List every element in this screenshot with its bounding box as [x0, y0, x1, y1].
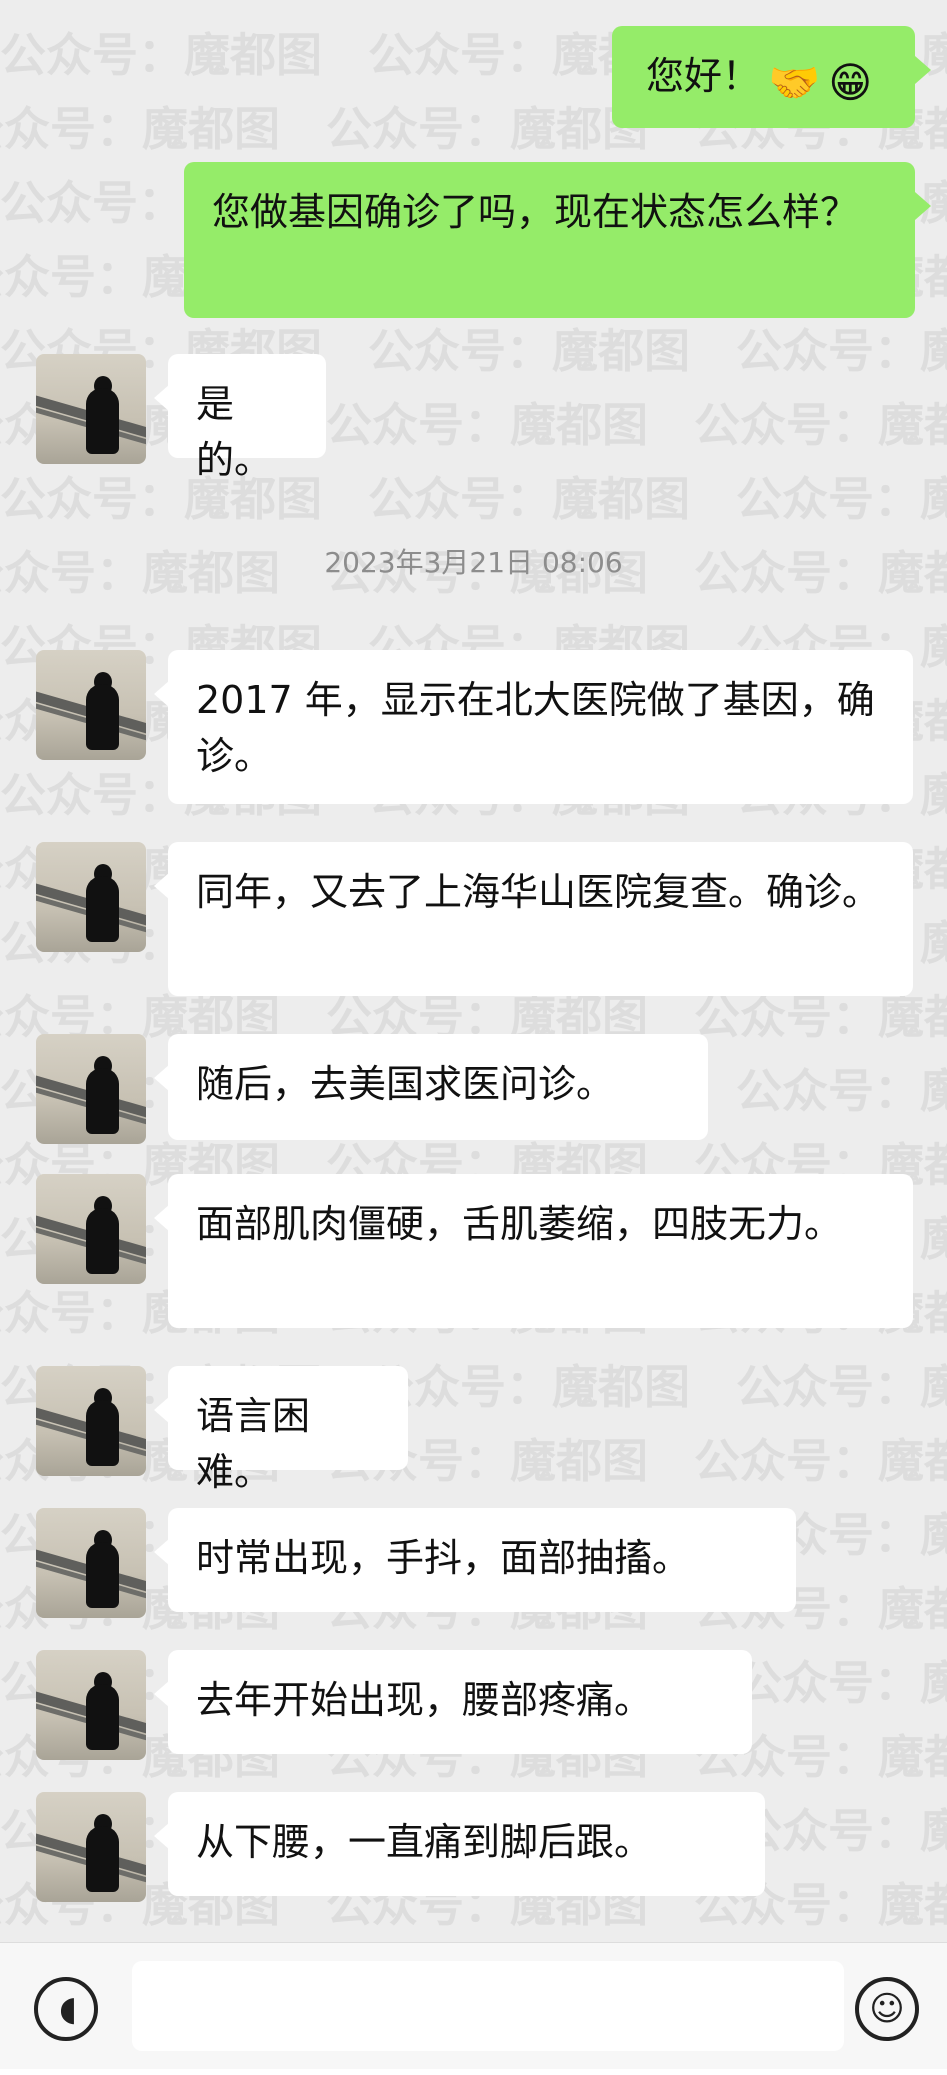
- contact-avatar[interactable]: [36, 1792, 146, 1902]
- incoming-bubble: 面部肌肉僵硬，舌肌萎缩，四肢无力。: [154, 1174, 913, 1328]
- incoming-message: 语言困难。: [36, 1366, 408, 1494]
- voice-symbol-icon: ◖: [59, 1989, 77, 2029]
- incoming-bubble: 时常出现，手抖，面部抽搐。: [154, 1508, 796, 1612]
- message-text: 您做基因确诊了吗，现在状态怎么样？: [212, 190, 859, 234]
- watermark-text: 公众号：魔都图: [736, 1360, 947, 1414]
- avatar-person-body: [86, 1542, 119, 1608]
- avatar-person-body: [86, 684, 119, 750]
- message-text: 去年开始出现，腰部疼痛。: [196, 1678, 653, 1722]
- incoming-message: 2017 年，显示在北大医院做了基因，确诊。: [36, 650, 913, 804]
- watermark-text: 公众号：魔都图: [368, 324, 690, 378]
- voice-icon[interactable]: ◖: [34, 1977, 98, 2041]
- contact-avatar[interactable]: [36, 1366, 146, 1476]
- watermark-text: 公众号：魔都图: [736, 1656, 947, 1710]
- incoming-bubble: 去年开始出现，腰部疼痛。: [154, 1650, 752, 1754]
- contact-avatar[interactable]: [36, 650, 146, 760]
- contact-avatar[interactable]: [36, 354, 146, 464]
- message-text: 您好！: [646, 54, 761, 98]
- handshake-emoji-icon: 🤝: [768, 58, 821, 107]
- watermark-text: 公众号：魔都图: [0, 28, 322, 82]
- watermark-text: 公众号：魔都图: [736, 324, 947, 378]
- watermark-text: 公众号：魔都图: [736, 472, 947, 526]
- avatar-person-body: [86, 1208, 119, 1274]
- message-timestamp: 2023年3月21日 08:06: [324, 546, 623, 579]
- incoming-bubble: 同年，又去了上海华山医院复查。确诊。: [154, 842, 913, 996]
- message-text: 同年，又去了上海华山医院复查。确诊。: [196, 870, 881, 914]
- outgoing-bubble: 您好！ 🤝 😁: [612, 26, 931, 128]
- watermark-text: 公众号：魔都图: [0, 102, 280, 156]
- watermark-row: 公众号：魔都图 公众号：魔都图 公众号：魔都图: [0, 462, 947, 536]
- watermark-text: 公众号：魔都图: [694, 1434, 947, 1488]
- watermark-text: 公众号：魔都图: [0, 472, 322, 526]
- contact-avatar[interactable]: [36, 1650, 146, 1760]
- message-text: 是的。: [196, 382, 273, 482]
- message-text: 时常出现，手抖，面部抽搐。: [196, 1536, 691, 1580]
- chat-input-bar: ◖ ☺: [0, 1942, 947, 2075]
- chat-screen: 公众号：魔都图 公众号：魔都图 公众号：魔都图 公众号：魔都图 公众号：魔都图 …: [0, 0, 947, 2075]
- watermark-text: 公众号：魔都图: [368, 472, 690, 526]
- incoming-message: 是的。: [36, 354, 326, 482]
- watermark-text: 公众号：魔都图: [326, 398, 648, 452]
- incoming-message: 同年，又去了上海华山医院复查。确诊。: [36, 842, 913, 996]
- avatar-person-body: [86, 876, 119, 942]
- avatar-person-body: [86, 1684, 119, 1750]
- incoming-bubble: 语言困难。: [154, 1366, 408, 1494]
- incoming-message: 时常出现，手抖，面部抽搐。: [36, 1508, 796, 1618]
- watermark-text: 公众号：魔都图: [326, 102, 648, 156]
- outgoing-bubble: 您做基因确诊了吗，现在状态怎么样？: [184, 162, 931, 318]
- contact-avatar[interactable]: [36, 1508, 146, 1618]
- message-text: 语言困难。: [196, 1394, 311, 1494]
- bottom-edge: [0, 2069, 947, 2075]
- avatar-person-body: [86, 388, 119, 454]
- emoji-icon[interactable]: ☺: [855, 1977, 919, 2041]
- incoming-bubble: 随后，去美国求医问诊。: [154, 1034, 708, 1140]
- watermark-text: 公众号：魔都图: [736, 1064, 947, 1118]
- incoming-message: 随后，去美国求医问诊。: [36, 1034, 708, 1144]
- message-input[interactable]: [132, 1961, 844, 2051]
- outgoing-message: 您做基因确诊了吗，现在状态怎么样？: [184, 162, 931, 318]
- contact-avatar[interactable]: [36, 842, 146, 952]
- message-text: 面部肌肉僵硬，舌肌萎缩，四肢无力。: [196, 1202, 843, 1246]
- grinning-emoji-icon: 😁: [828, 58, 873, 107]
- message-text: 随后，去美国求医问诊。: [196, 1062, 615, 1106]
- incoming-bubble: 2017 年，显示在北大医院做了基因，确诊。: [154, 650, 913, 804]
- incoming-bubble: 是的。: [154, 354, 326, 482]
- contact-avatar[interactable]: [36, 1174, 146, 1284]
- incoming-bubble: 从下腰，一直痛到脚后跟。: [154, 1792, 765, 1896]
- avatar-person-body: [86, 1068, 119, 1134]
- contact-avatar[interactable]: [36, 1034, 146, 1144]
- watermark-text: 公众号：魔都图: [694, 398, 947, 452]
- incoming-message: 面部肌肉僵硬，舌肌萎缩，四肢无力。: [36, 1174, 913, 1328]
- avatar-person-body: [86, 1826, 119, 1892]
- message-text: 2017 年，显示在北大医院做了基因，确诊。: [196, 678, 875, 778]
- outgoing-message: 您好！ 🤝 😁: [612, 26, 931, 128]
- watermark-text: 公众号：魔都图: [368, 1360, 690, 1414]
- message-text: 从下腰，一直痛到脚后跟。: [196, 1820, 653, 1864]
- incoming-message: 去年开始出现，腰部疼痛。: [36, 1650, 752, 1760]
- avatar-person-body: [86, 1400, 119, 1466]
- watermark-text: 公众号：魔都图: [736, 1804, 947, 1858]
- incoming-message: 从下腰，一直痛到脚后跟。: [36, 1792, 765, 1902]
